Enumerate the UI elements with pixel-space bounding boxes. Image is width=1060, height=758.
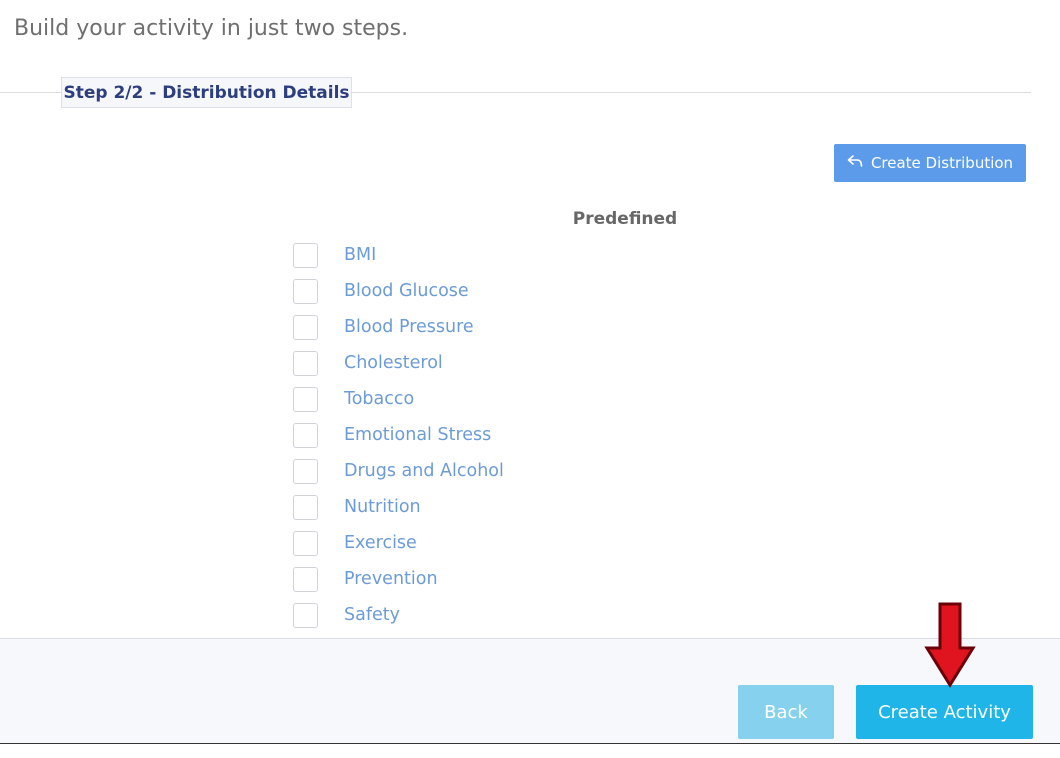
reply-arrow-icon	[847, 154, 863, 172]
create-distribution-label: Create Distribution	[870, 154, 1014, 172]
option-label[interactable]: Prevention	[344, 569, 438, 589]
option-checkbox[interactable]	[293, 530, 318, 556]
list-item: Drugs and Alcohol	[293, 453, 504, 489]
activity-builder-page: Build your activity in just two steps. S…	[0, 0, 1060, 758]
list-item: Blood Glucose	[293, 273, 504, 309]
option-label[interactable]: Nutrition	[344, 497, 421, 517]
option-label[interactable]: Cholesterol	[344, 353, 443, 373]
option-label[interactable]: Blood Glucose	[344, 281, 469, 301]
option-checkbox[interactable]	[293, 278, 318, 304]
predefined-heading: Predefined	[572, 209, 678, 229]
option-checkbox[interactable]	[293, 386, 318, 412]
option-checkbox[interactable]	[293, 494, 318, 520]
option-label[interactable]: Exercise	[344, 533, 417, 553]
step-legend: Step 2/2 - Distribution Details	[61, 77, 352, 108]
option-label[interactable]: BMI	[344, 245, 376, 265]
back-button[interactable]: Back	[738, 685, 834, 739]
option-checkbox[interactable]	[293, 422, 318, 448]
option-checkbox[interactable]	[293, 458, 318, 484]
list-item: Emotional Stress	[293, 417, 504, 453]
list-item: Safety	[293, 597, 504, 633]
option-checkbox[interactable]	[293, 566, 318, 592]
option-checkbox[interactable]	[293, 242, 318, 268]
option-label[interactable]: Emotional Stress	[344, 425, 491, 445]
option-checkbox[interactable]	[293, 314, 318, 340]
list-item: Blood Pressure	[293, 309, 504, 345]
list-item: Cholesterol	[293, 345, 504, 381]
list-item: Nutrition	[293, 489, 504, 525]
list-item: Exercise	[293, 525, 504, 561]
list-item: Prevention	[293, 561, 504, 597]
list-item: Tobacco	[293, 381, 504, 417]
option-label[interactable]: Safety	[344, 605, 400, 625]
page-subtitle: Build your activity in just two steps.	[14, 16, 409, 41]
list-item: BMI	[293, 237, 504, 273]
footer-bottom-border	[0, 743, 1060, 744]
predefined-options-list: BMI Blood Glucose Blood Pressure Cholest…	[293, 237, 504, 633]
option-checkbox[interactable]	[293, 602, 318, 628]
option-label[interactable]: Blood Pressure	[344, 317, 474, 337]
create-distribution-button[interactable]: Create Distribution	[834, 144, 1026, 182]
create-activity-button[interactable]: Create Activity	[856, 685, 1033, 739]
option-label[interactable]: Drugs and Alcohol	[344, 461, 504, 481]
option-label[interactable]: Tobacco	[344, 389, 414, 409]
option-checkbox[interactable]	[293, 350, 318, 376]
down-arrow-icon	[924, 602, 976, 688]
